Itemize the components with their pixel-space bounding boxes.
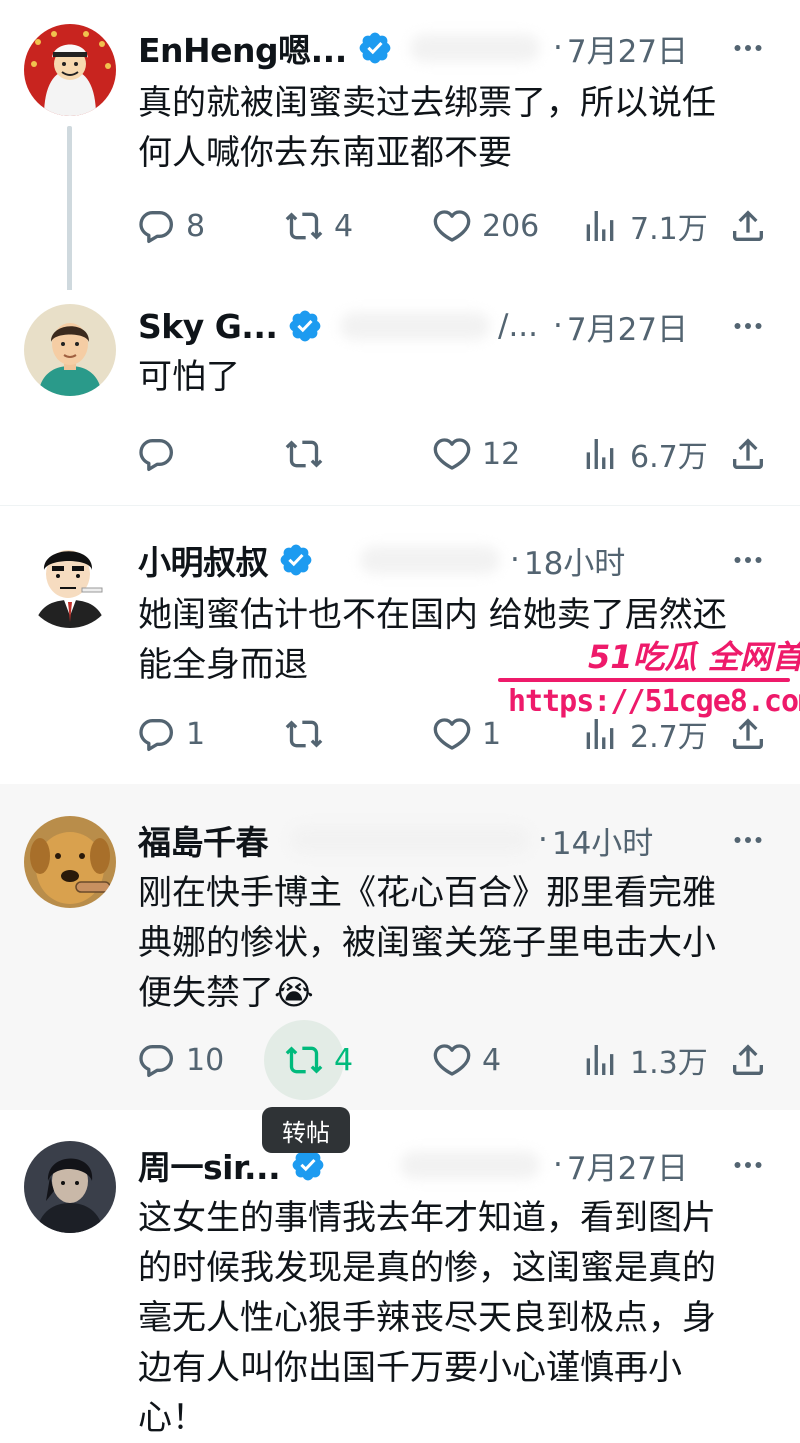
- repost-tooltip: 转帖: [262, 1107, 350, 1153]
- blurred-handle: [360, 546, 500, 574]
- blurred-handle: [410, 34, 540, 62]
- post-time[interactable]: · 7月27日: [553, 1145, 688, 1187]
- blurred-handle: [290, 826, 530, 854]
- repost-icon: [284, 714, 324, 754]
- post-header: 福島千春: [138, 820, 269, 862]
- more-options-button[interactable]: [728, 1145, 768, 1185]
- repost-button[interactable]: 4: [284, 198, 353, 254]
- share-icon: [728, 206, 768, 246]
- display-name[interactable]: 周一sir...: [138, 1141, 281, 1189]
- post-header: 小明叔叔: [138, 540, 314, 582]
- repost-icon: [284, 206, 324, 246]
- watermark: 51吃瓜 全网首发 https://51cge8.com: [498, 632, 800, 722]
- repost-icon: [284, 1040, 324, 1080]
- post-time[interactable]: · 7月27日: [553, 306, 688, 348]
- more-icon: [730, 542, 766, 578]
- post-time[interactable]: · 18小时: [510, 540, 625, 582]
- post-4[interactable]: 福島千春 · 14小时 刚在快手博主《花心百合》那里看完雅 典娜的惨状，被闺蜜关笼…: [0, 784, 800, 1110]
- like-icon: [432, 434, 472, 474]
- display-name[interactable]: 小明叔叔: [138, 536, 269, 584]
- post-actions: 12 6.7万: [136, 426, 776, 482]
- blurred-handle: [340, 312, 490, 340]
- avatar[interactable]: [24, 24, 116, 116]
- display-name[interactable]: Sky G...: [138, 307, 278, 346]
- avatar[interactable]: [24, 536, 116, 628]
- like-icon: [432, 206, 472, 246]
- repost-icon: [284, 434, 324, 474]
- post-text: 真的就被闺蜜卖过去绑票了，所以说任 何人喊你去东南亚都不要: [138, 83, 716, 173]
- like-icon: [432, 714, 472, 754]
- share-icon: [728, 1040, 768, 1080]
- display-name[interactable]: EnHeng嗯...: [138, 24, 347, 72]
- watermark-brand: 51吃瓜 全网首发: [588, 638, 800, 676]
- reply-button[interactable]: 1: [136, 706, 205, 762]
- like-button[interactable]: 4: [432, 1032, 501, 1088]
- repost-button[interactable]: [284, 706, 334, 762]
- avatar[interactable]: [24, 816, 116, 908]
- share-button[interactable]: [728, 198, 768, 254]
- reply-button[interactable]: [136, 426, 186, 482]
- verified-badge-icon: [287, 308, 323, 344]
- views-icon: [580, 434, 620, 474]
- repost-button[interactable]: 4: [284, 1032, 353, 1088]
- more-options-button[interactable]: [728, 28, 768, 68]
- reply-button[interactable]: 10: [136, 1032, 224, 1088]
- share-button[interactable]: [728, 426, 768, 482]
- thread-line: [67, 126, 72, 292]
- blurred-handle: [400, 1151, 540, 1179]
- share-icon: [728, 434, 768, 474]
- more-icon: [730, 1147, 766, 1183]
- more-icon: [730, 308, 766, 344]
- like-button[interactable]: 206: [432, 198, 539, 254]
- more-icon: [730, 30, 766, 66]
- watermark-line: [498, 678, 790, 682]
- like-icon: [432, 1040, 472, 1080]
- post-2[interactable]: Sky G... /... · 7月27日 可怕了 12 6.7万: [0, 290, 800, 504]
- post-header: Sky G...: [138, 306, 323, 346]
- views-icon: [580, 1040, 620, 1080]
- post-actions: 10 4 4 1.3万: [136, 1032, 776, 1088]
- verified-badge-icon: [278, 542, 314, 578]
- post-actions: 8 4 206 7.1万: [136, 198, 776, 254]
- reply-button[interactable]: 8: [136, 198, 205, 254]
- verified-badge-icon: [357, 30, 393, 66]
- post-5[interactable]: 周一sir... · 7月27日 这女生的事情我去年才知道，看到图片 的时候我发现…: [0, 1111, 800, 1438]
- avatar[interactable]: [24, 1141, 116, 1233]
- post-handle: /...: [498, 308, 539, 344]
- share-button[interactable]: [728, 1032, 768, 1088]
- views-button[interactable]: 1.3万: [580, 1032, 708, 1088]
- more-options-button[interactable]: [728, 306, 768, 346]
- like-button[interactable]: 12: [432, 426, 520, 482]
- post-time[interactable]: · 7月27日: [553, 28, 688, 70]
- views-button[interactable]: 7.1万: [580, 198, 708, 254]
- post-header: EnHeng嗯...: [138, 28, 393, 70]
- post-text: 可怕了: [138, 357, 240, 397]
- post-1[interactable]: EnHeng嗯... · 7月27日 真的就被闺蜜卖过去绑票了，所以说任 何人喊你…: [0, 0, 800, 292]
- reply-icon: [136, 714, 176, 754]
- watermark-url: https://51cge8.com: [508, 684, 800, 719]
- views-icon: [580, 206, 620, 246]
- post-time[interactable]: · 14小时: [538, 820, 653, 862]
- display-name[interactable]: 福島千春: [138, 816, 269, 864]
- more-icon: [730, 822, 766, 858]
- post-text: 刚在快手博主《花心百合》那里看完雅 典娜的惨状，被闺蜜关笼子里电击大小 便失禁了…: [138, 873, 716, 1013]
- views-button[interactable]: 6.7万: [580, 426, 708, 482]
- repost-button[interactable]: [284, 426, 334, 482]
- post-text: 这女生的事情我去年才知道，看到图片 的时候我发现是真的惨，这闺蜜是真的 毫无人性…: [138, 1198, 716, 1438]
- reply-icon: [136, 206, 176, 246]
- reply-icon: [136, 434, 176, 474]
- more-options-button[interactable]: [728, 540, 768, 580]
- more-options-button[interactable]: [728, 820, 768, 860]
- reply-icon: [136, 1040, 176, 1080]
- like-button[interactable]: 1: [432, 706, 501, 762]
- avatar[interactable]: [24, 304, 116, 396]
